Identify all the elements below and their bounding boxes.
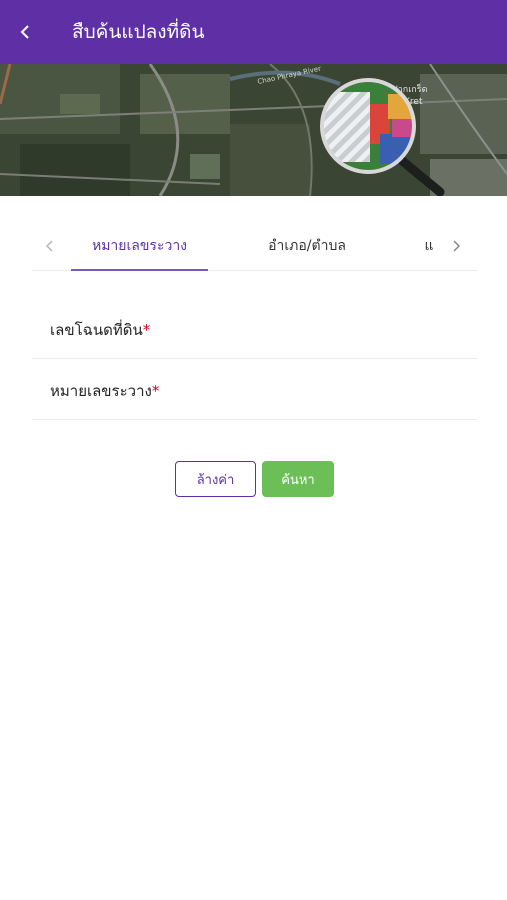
deed-number-field[interactable]: เลขโฉนดที่ดิน* bbox=[32, 298, 477, 359]
tab-partial[interactable]: แ bbox=[420, 222, 438, 270]
sheet-number-field[interactable]: หมายเลขระวาง* bbox=[32, 359, 477, 420]
search-tabs: หมายเลขระวาง อำเภอ/ตำบล แ bbox=[32, 222, 477, 271]
search-button[interactable]: ค้นหา bbox=[262, 461, 334, 497]
page-title: สืบค้นแปลงที่ดิน bbox=[72, 21, 205, 43]
required-mark: * bbox=[151, 382, 160, 400]
deed-number-label: เลขโฉนดที่ดิน* bbox=[50, 321, 151, 339]
map-banner-image: Chao Phraya River ปากเกร็ด Kret bbox=[0, 64, 507, 196]
required-mark: * bbox=[142, 321, 151, 339]
tab-sheet-number[interactable]: หมายเลขระวาง bbox=[71, 222, 208, 270]
map-banner: Chao Phraya River ปากเกร็ด Kret bbox=[0, 64, 507, 196]
sheet-number-label: หมายเลขระวาง* bbox=[50, 382, 160, 400]
tabs-prev-button[interactable] bbox=[40, 236, 60, 256]
active-tab-indicator bbox=[71, 269, 208, 271]
chevron-right-icon bbox=[453, 240, 460, 252]
chevron-left-icon bbox=[20, 25, 29, 39]
chevron-left-icon bbox=[46, 240, 53, 252]
app-header: สืบค้นแปลงที่ดิน bbox=[0, 0, 507, 64]
tab-district[interactable]: อำเภอ/ตำบล bbox=[242, 222, 372, 270]
tabs-next-button[interactable] bbox=[446, 236, 466, 256]
app-screen: สืบค้นแปลงที่ดิน Chao Phraya River ปากเก… bbox=[0, 0, 507, 900]
back-button[interactable] bbox=[0, 0, 50, 64]
clear-button[interactable]: ล้างค่า bbox=[175, 461, 256, 497]
